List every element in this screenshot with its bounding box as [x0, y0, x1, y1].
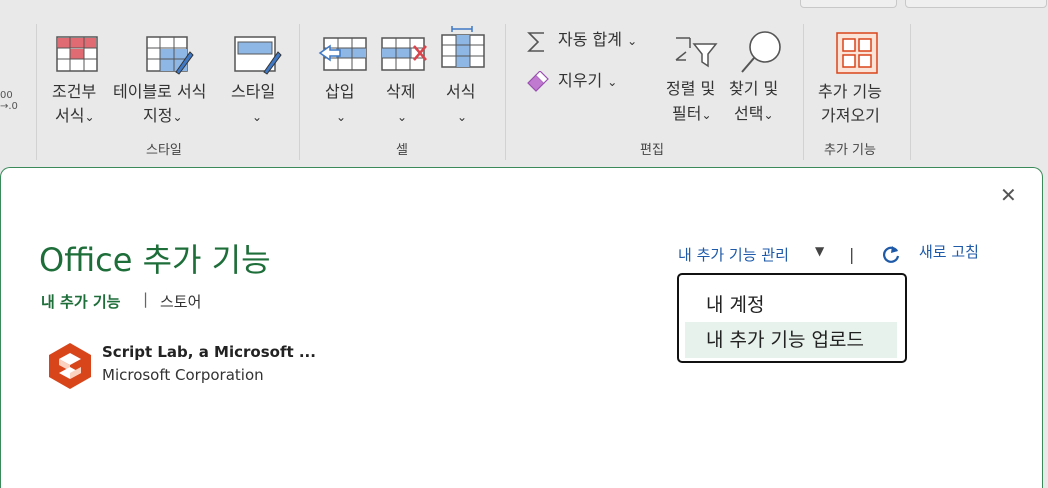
ribbon: 00 →.0 조건부 서식⌄ 테이블로 서식 지정⌄ 스타일 ⌄ 스타일 삽입 … [0, 0, 1048, 167]
conditional-format-label-2: 서식⌄ [55, 105, 95, 128]
menu-item-my-account[interactable]: 내 계정 [685, 287, 897, 323]
group-divider [36, 24, 37, 160]
caret-down-icon[interactable]: ▼ [815, 244, 824, 258]
cells-group-label: 셀 [396, 143, 408, 158]
number-format-fragment-line2: →.0 [0, 101, 18, 112]
conditional-format-label-1: 조건부 [52, 82, 97, 101]
number-format-fragment-line1: 00 [0, 90, 13, 101]
clear-button[interactable]: 지우기 ⌄ [522, 68, 632, 96]
insert-chevron: ⌄ [336, 105, 346, 128]
get-addins-label-1: 추가 기능 [818, 82, 882, 101]
cell-styles-label: 스타일 [231, 82, 276, 101]
magnifier-icon [741, 31, 781, 73]
manage-my-addins-link[interactable]: 내 추가 기능 관리 [678, 244, 789, 265]
top-edge-button-2[interactable] [905, 0, 1047, 8]
cell-styles-icon [234, 36, 282, 75]
cell-styles-chevron: ⌄ [252, 105, 262, 128]
tab-separator: | [143, 290, 149, 308]
format-as-table-label-2: 지정⌄ [143, 105, 183, 128]
eraser-icon [527, 71, 549, 92]
script-lab-icon[interactable] [48, 342, 92, 390]
insert-cells-label: 삽입 [325, 82, 355, 101]
format-as-table-label-1: 테이블로 서식 [113, 82, 207, 101]
styles-group-label: 스타일 [146, 143, 182, 158]
format-cells-icon [441, 26, 485, 68]
menu-item-upload-addin[interactable]: 내 추가 기능 업로드 [685, 322, 897, 358]
manage-addins-menu: 내 계정 내 추가 기능 업로드 [677, 273, 907, 363]
addin-name[interactable]: Script Lab, a Microsoft ... [102, 343, 316, 361]
format-chevron: ⌄ [457, 105, 467, 128]
chevron-down-icon: ⌄ [84, 110, 95, 124]
chevron-down-icon: ⌄ [763, 108, 774, 122]
refresh-icon[interactable] [880, 243, 902, 265]
find-select-label-2-text: 선택 [734, 104, 764, 123]
tab-my-addins[interactable]: 내 추가 기능 [41, 291, 120, 312]
insert-cells-icon [318, 37, 367, 71]
find-select-label-2: 선택⌄ [734, 103, 774, 126]
addins-grid-icon [836, 32, 878, 74]
conditional-format-icon [56, 36, 98, 72]
chevron-down-icon: ⌄ [336, 110, 347, 124]
chevron-down-icon: ⌄ [252, 110, 263, 124]
sigma-icon [527, 32, 544, 52]
delete-cells-label: 삭제 [386, 82, 416, 101]
addin-publisher: Microsoft Corporation [102, 366, 264, 384]
group-divider [505, 24, 506, 160]
dialog-title: Office 추가 기능 [39, 241, 271, 279]
format-as-table-icon [146, 36, 194, 75]
sort-filter-label-1: 정렬 및 [666, 79, 716, 98]
find-select-label-1: 찾기 및 [729, 79, 779, 98]
group-divider [910, 24, 911, 160]
autosum-label: 자동 합계 ⌄ [558, 29, 637, 52]
chevron-down-icon: ⌄ [607, 75, 618, 89]
conditional-format-label-2-text: 서식 [55, 106, 85, 125]
group-divider [803, 24, 804, 160]
addins-group-label: 추가 기능 [824, 143, 876, 158]
chevron-down-icon: ⌄ [627, 34, 638, 48]
sort-filter-label-2: 필터⌄ [672, 103, 712, 126]
chevron-down-icon: ⌄ [397, 110, 408, 124]
group-divider [299, 24, 300, 160]
delete-chevron: ⌄ [397, 105, 407, 128]
delete-cells-icon [381, 37, 427, 71]
autosum-button[interactable]: 자동 합계 ⌄ [522, 28, 656, 56]
refresh-button[interactable]: 새로 고침 [919, 241, 979, 262]
format-as-table-label-2-text: 지정 [143, 106, 173, 125]
sort-filter-icon [675, 37, 718, 68]
toolbar-separator: | [849, 245, 855, 264]
format-cells-label: 서식 [446, 82, 476, 101]
editing-group-label: 편집 [640, 143, 664, 158]
tab-store[interactable]: 스토어 [160, 291, 201, 312]
chevron-down-icon: ⌄ [457, 110, 468, 124]
chevron-down-icon: ⌄ [172, 110, 183, 124]
chevron-down-icon: ⌄ [701, 108, 712, 122]
autosum-label-text: 자동 합계 [558, 30, 622, 49]
clear-label: 지우기 ⌄ [558, 70, 617, 93]
number-format-fragment[interactable]: 00 →.0 [0, 90, 18, 112]
close-icon[interactable]: ✕ [1000, 185, 1017, 205]
get-addins-label-2: 가져오기 [821, 106, 880, 125]
top-edge-button[interactable] [800, 0, 897, 8]
clear-label-text: 지우기 [558, 71, 603, 90]
sort-filter-label-2-text: 필터 [672, 104, 702, 123]
